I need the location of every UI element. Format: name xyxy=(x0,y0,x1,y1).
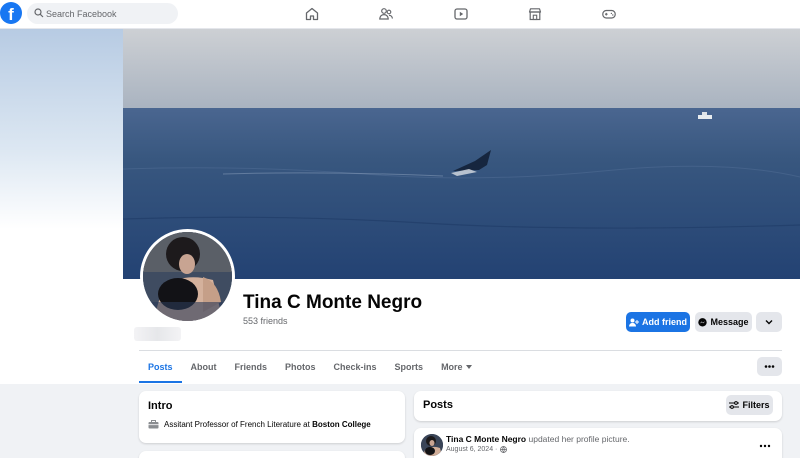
message-label: Message xyxy=(710,317,749,327)
message-button[interactable]: Message xyxy=(695,312,752,332)
profile-header-left-panel xyxy=(0,229,123,384)
search-box[interactable] xyxy=(27,3,178,24)
tab-label: About xyxy=(190,362,217,372)
friends-icon[interactable] xyxy=(378,6,394,22)
tab-posts[interactable]: Posts xyxy=(139,351,182,383)
home-icon[interactable] xyxy=(304,6,320,22)
filters-icon xyxy=(729,401,740,409)
tabs-more-options-button[interactable] xyxy=(757,357,782,376)
post-author-link[interactable]: Tina C Monte Negro xyxy=(446,434,526,444)
posts-header-card: Posts Filters xyxy=(414,391,782,421)
tab-label: More xyxy=(441,362,463,372)
post-headline: Tina C Monte Negro updated her profile p… xyxy=(446,434,630,444)
mutual-friends-placeholder xyxy=(134,327,181,341)
tab-about[interactable]: About xyxy=(182,351,226,383)
intro-work-row: Assitant Professor of French Literature … xyxy=(148,420,371,429)
search-input[interactable] xyxy=(46,3,174,24)
cover-photo[interactable] xyxy=(123,29,800,279)
intro-work-org-link[interactable]: Boston College xyxy=(312,420,371,429)
search-icon xyxy=(34,8,44,18)
cover-ocean-whale-image xyxy=(123,29,800,279)
video-icon[interactable] xyxy=(453,6,469,22)
profile-tabs: Posts About Friends Photos Check-ins Spo… xyxy=(139,351,481,383)
marketplace-icon[interactable] xyxy=(527,6,543,22)
intro-work-text: Assitant Professor of French Literature … xyxy=(164,420,313,429)
add-person-icon xyxy=(629,318,639,326)
gaming-icon[interactable] xyxy=(601,6,617,22)
post-meta: August 6, 2024 · xyxy=(446,446,508,453)
facebook-logo[interactable]: f xyxy=(0,2,22,24)
intro-card: Intro Assitant Professor of French Liter… xyxy=(139,391,405,443)
profile-options-dropdown[interactable] xyxy=(756,312,782,332)
page-background-gradient xyxy=(0,29,123,229)
profile-photo-image xyxy=(143,232,232,321)
globe-icon xyxy=(500,446,508,453)
post-card: Tina C Monte Negro updated her profile p… xyxy=(414,428,782,458)
messenger-icon xyxy=(698,317,708,326)
tab-photos[interactable]: Photos xyxy=(276,351,325,383)
caret-down-icon xyxy=(465,365,472,369)
top-navigation-bar: f xyxy=(0,0,800,29)
intro-title: Intro xyxy=(148,400,173,412)
profile-picture[interactable] xyxy=(140,229,235,324)
post-date[interactable]: August 6, 2024 · xyxy=(446,446,497,453)
tab-label: Sports xyxy=(394,362,424,372)
tab-label: Check-ins xyxy=(333,362,377,372)
post-author-avatar[interactable] xyxy=(421,434,443,456)
add-friend-button[interactable]: Add friend xyxy=(626,312,690,332)
post-avatar-image xyxy=(421,434,443,456)
tab-friends[interactable]: Friends xyxy=(226,351,277,383)
post-options-button[interactable] xyxy=(758,438,772,452)
friends-count[interactable]: 553 friends xyxy=(243,316,288,326)
tab-more[interactable]: More xyxy=(432,351,481,383)
filters-button[interactable]: Filters xyxy=(726,395,773,415)
tab-label: Photos xyxy=(285,362,316,372)
more-horizontal-icon xyxy=(759,444,771,448)
secondary-left-card xyxy=(139,451,405,458)
profile-name: Tina C Monte Negro xyxy=(243,292,423,313)
tab-check-ins[interactable]: Check-ins xyxy=(325,351,386,383)
more-horizontal-icon xyxy=(764,365,775,368)
post-action-text: updated her profile picture. xyxy=(528,434,630,444)
add-friend-label: Add friend xyxy=(642,317,687,327)
briefcase-icon xyxy=(148,420,159,429)
tab-label: Posts xyxy=(148,362,173,372)
posts-title: Posts xyxy=(423,399,453,411)
tab-label: Friends xyxy=(234,362,268,372)
filters-label: Filters xyxy=(742,400,770,410)
chevron-down-icon xyxy=(765,320,773,325)
tab-sports[interactable]: Sports xyxy=(386,351,433,383)
